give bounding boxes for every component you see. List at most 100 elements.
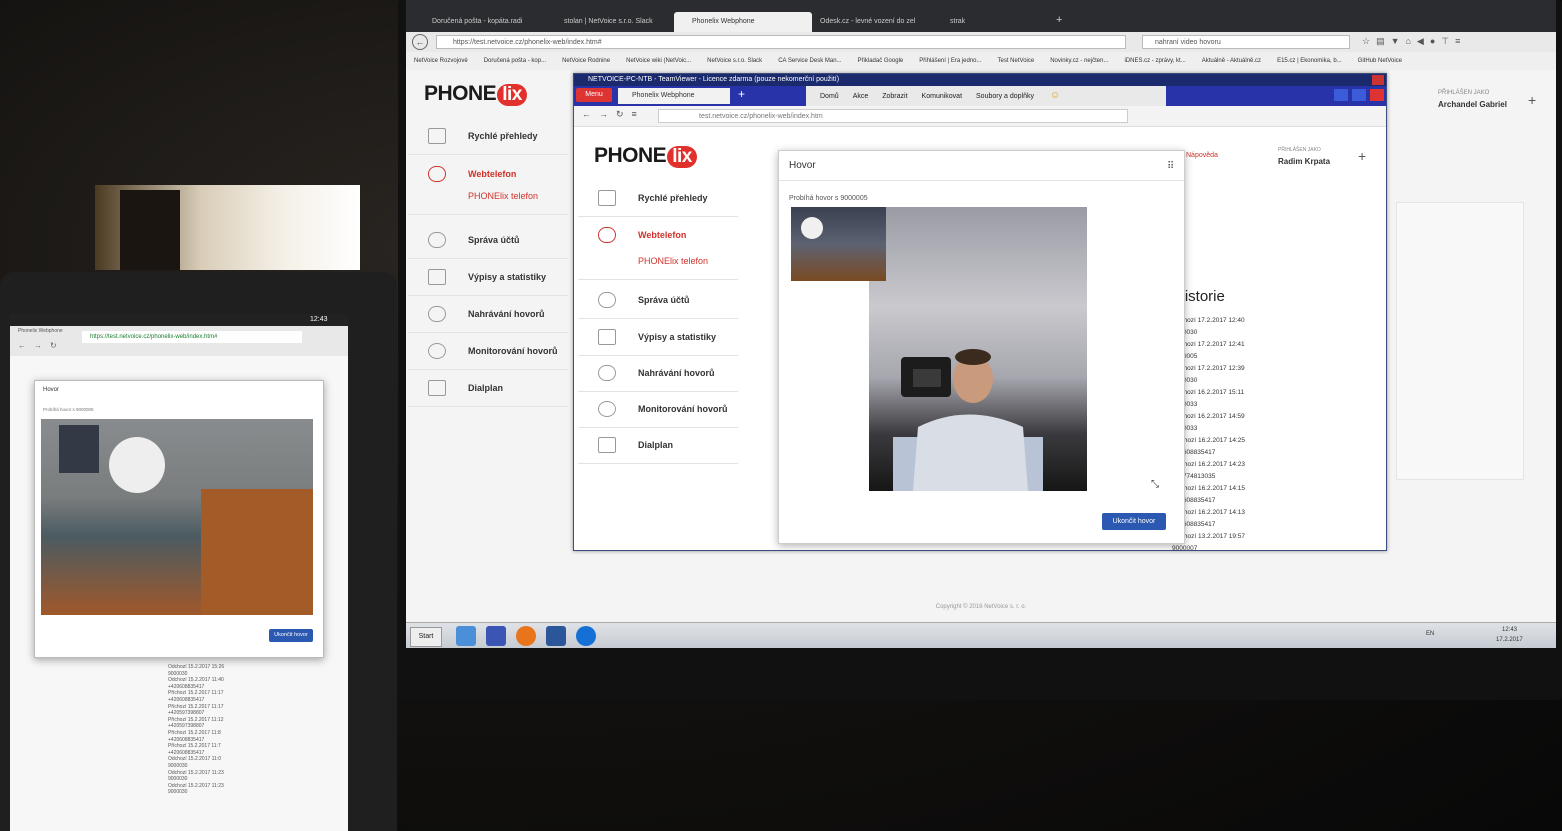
teamviewer-tab[interactable]: Phonelix Webphone xyxy=(618,88,730,104)
sidebar-item-accounts[interactable]: Správa účtů xyxy=(408,222,568,259)
bookmark[interactable]: NetVoice Rodnine xyxy=(562,52,610,70)
word-icon[interactable] xyxy=(546,626,566,646)
sidebar-subitem-phonelix[interactable]: PHONElix telefon xyxy=(638,243,708,279)
sidebar-label: Výpisy a statistiky xyxy=(468,272,547,282)
browser-tab[interactable]: Odesk.cz - levné vození do zel xyxy=(802,12,946,32)
sidebar-item-recording[interactable]: Nahrávání hovorů xyxy=(408,296,568,333)
add-icon[interactable]: + xyxy=(1358,148,1366,164)
bookmark[interactable]: Přikladač Google xyxy=(858,52,904,70)
tablet-history-entry: Odchozí 15.2.2017 11:23 xyxy=(168,782,224,789)
sidebar-label: Dialplan xyxy=(468,383,504,393)
grid-icon xyxy=(598,190,616,206)
add-icon[interactable]: + xyxy=(1528,92,1536,108)
browser-tab[interactable]: strak xyxy=(932,12,1060,32)
browser-tab-active[interactable]: Phonelix Webphone xyxy=(674,12,812,32)
sidebar-item-overview[interactable]: Rychlé přehledy xyxy=(578,180,738,217)
search-bar[interactable]: nahraní video hovoru xyxy=(1142,35,1350,49)
tablet-tab[interactable]: Phonelix Webphone xyxy=(18,328,63,334)
sidebar-label: Nahrávání hovorů xyxy=(638,368,715,378)
url-bar[interactable]: https://test.netvoice.cz/phonelix-web/in… xyxy=(436,35,1126,49)
nav-arrows-icon[interactable]: ←→↻≡ xyxy=(582,109,645,120)
logo-text: PHONE xyxy=(594,144,667,167)
logo-badge: lix xyxy=(497,84,527,106)
bookmark[interactable]: NetVoice s.r.o. Slack xyxy=(707,52,762,70)
back-icon[interactable]: ← xyxy=(412,34,428,50)
nav-arrows-icon[interactable]: ←→↻ xyxy=(18,341,65,350)
bookmark[interactable]: iDNES.cz - zprávy, kt... xyxy=(1124,52,1185,70)
tablet-history-entry: Odchozí 15.2.2017 15:26 xyxy=(168,664,225,670)
sidebar-item-statistics[interactable]: Výpisy a statistiky xyxy=(408,259,568,296)
bookmark[interactable]: Novinky.cz - nejčten... xyxy=(1050,52,1108,70)
new-tab-icon[interactable]: + xyxy=(738,87,745,101)
language-indicator[interactable]: EN xyxy=(1426,631,1434,637)
bookmark[interactable]: Přihlášení | Era jedno... xyxy=(919,52,981,70)
bookmark[interactable]: E15.cz | Ekonomika, b... xyxy=(1277,52,1342,70)
bookmark[interactable]: Aktuálně - Aktuálně.cz xyxy=(1202,52,1261,70)
chart-icon xyxy=(428,269,446,285)
save-icon[interactable] xyxy=(486,626,506,646)
teamviewer-window[interactable]: NETVOICE-PC-NTB - TeamViewer - Licence z… xyxy=(573,73,1387,551)
sidebar-item-statistics[interactable]: Výpisy a statistiky xyxy=(578,319,738,356)
tablet-history-entry: Příchozí 15.2.2017 11:17 xyxy=(168,703,224,710)
bookmark[interactable]: GitHub NetVoice xyxy=(1358,52,1402,70)
browser-tab[interactable]: Doručená pošta - kopáta.radi xyxy=(414,12,558,32)
close-icon[interactable] xyxy=(1372,75,1384,85)
dialplan-icon xyxy=(428,380,446,396)
logo-text: PHONE xyxy=(424,82,497,105)
tool-files[interactable]: Soubory a doplňky xyxy=(976,87,1034,107)
minimize-icon[interactable] xyxy=(1334,89,1348,101)
maximize-icon[interactable] xyxy=(1352,89,1366,101)
tool-view[interactable]: Zobrazit xyxy=(882,87,907,107)
sidebar-item-monitoring[interactable]: Monitorování hovorů xyxy=(408,333,568,370)
local-video-pip xyxy=(791,207,886,281)
tablet-history-entry: +420597398807 xyxy=(168,710,205,717)
dialpad-icon[interactable]: ⠿ xyxy=(1167,161,1174,172)
help-link[interactable]: Nápověda xyxy=(1186,152,1218,159)
browser-tab[interactable]: stolan | NetVoice s.r.o. Slack xyxy=(546,12,690,32)
tool-actions[interactable]: Akce xyxy=(853,87,869,107)
sidebar-item-dialplan[interactable]: Dialplan xyxy=(408,370,568,407)
start-button[interactable]: Start xyxy=(410,627,442,647)
tablet-call-status: Probíhá hovor s 9000005 xyxy=(43,407,94,412)
tablet-url-bar[interactable]: https://test.netvoice.cz/phonelix-web/in… xyxy=(82,331,302,343)
tablet-end-call-button[interactable]: Ukončit hovor xyxy=(269,629,313,642)
teamviewer-url[interactable]: test.netvoice.cz/phonelix-web/index.htm xyxy=(658,109,1128,123)
smiley-icon[interactable]: ☺ xyxy=(1050,86,1060,106)
tablet-history-entry: 9000030 xyxy=(168,670,188,677)
sidebar-item-dialplan[interactable]: Dialplan xyxy=(578,427,738,464)
tablet-history-entry: +420608835417 xyxy=(168,696,205,703)
sidebar-item-monitoring[interactable]: Monitorování hovorů xyxy=(578,391,738,428)
fullscreen-icon[interactable]: ⤡ xyxy=(1151,479,1159,490)
sidebar-subitem-phonelix[interactable]: PHONElix telefon xyxy=(468,178,538,214)
bookmark[interactable]: Test NetVoice xyxy=(998,52,1035,70)
bookmark[interactable]: Doručená pošta - kop... xyxy=(484,52,546,70)
sidebar-item-overview[interactable]: Rychlé přehledy xyxy=(408,118,568,155)
call-dialog-title: Hovor xyxy=(779,151,1184,181)
teamviewer-icon[interactable] xyxy=(576,626,596,646)
lamp-shadow xyxy=(120,190,180,270)
toolbar-icons[interactable]: ☆▤▼⌂◀●⊤≡ xyxy=(1362,36,1466,47)
tablet-device: 12:43 Phonelix Webphone ←→↻ https://test… xyxy=(0,272,397,831)
tablet-history-entry: 9000030 xyxy=(168,789,188,796)
opera-menu-button[interactable]: Menu xyxy=(576,88,612,102)
bookmark[interactable]: NetVoice wiki (NetVoic... xyxy=(626,52,691,70)
tablet-remote-video xyxy=(41,419,313,615)
end-call-button[interactable]: Ukončit hovor xyxy=(1102,513,1166,530)
app-logo: PHONE lix xyxy=(594,144,697,168)
bookmark[interactable]: CA Service Desk Man... xyxy=(778,52,841,70)
people-icon[interactable] xyxy=(456,626,476,646)
tool-communicate[interactable]: Komunikovat xyxy=(922,87,962,107)
close-window-icon[interactable] xyxy=(1370,89,1384,101)
firefox-icon[interactable] xyxy=(516,626,536,646)
new-tab-icon[interactable]: + xyxy=(1056,14,1062,26)
users-icon xyxy=(428,232,446,248)
sidebar-item-recording[interactable]: Nahrávání hovorů xyxy=(578,355,738,392)
bookmark[interactable]: NetVoice Rozvojové xyxy=(414,52,468,70)
tablet-history-entry: +420608835417 xyxy=(168,749,205,756)
tool-home[interactable]: Domů xyxy=(820,87,839,107)
sidebar-item-accounts[interactable]: Správa účtů xyxy=(578,282,738,319)
headset-icon xyxy=(598,401,616,417)
browser-tab-bar: Doručená pošta - kopáta.radi stolan | Ne… xyxy=(406,0,1556,32)
sidebar-item-webphone[interactable]: Webtelefon PHONElix telefon xyxy=(408,156,568,215)
sidebar-item-webphone[interactable]: Webtelefon PHONElix telefon xyxy=(578,217,738,280)
